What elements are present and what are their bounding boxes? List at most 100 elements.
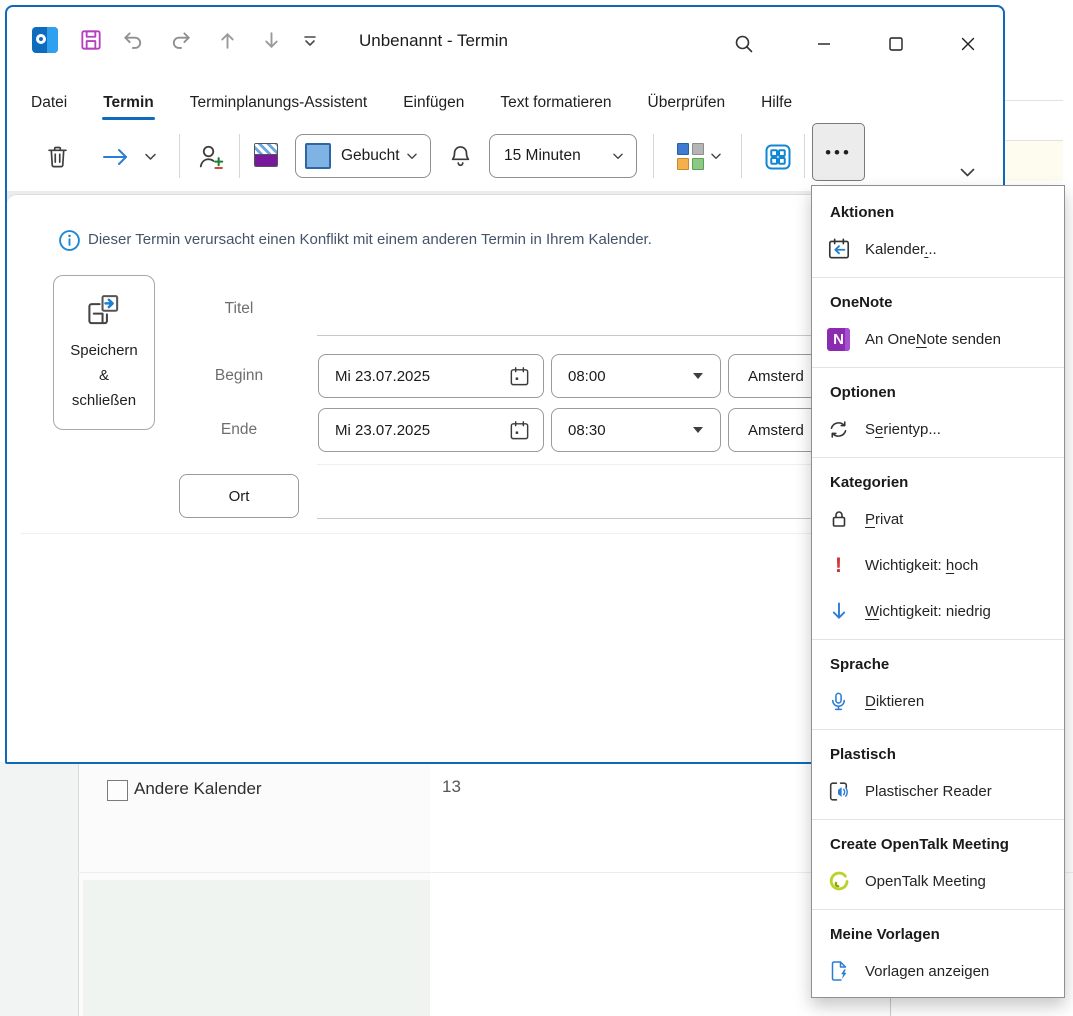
show-as-value: Gebucht [341, 147, 400, 165]
calendar-icon [508, 419, 531, 442]
info-icon [58, 229, 81, 252]
end-time-field[interactable]: 08:30 [551, 408, 721, 452]
menu-header-create-opentalk-meeting: Create OpenTalk Meeting [812, 830, 1064, 858]
begin-date-value: Mi 23.07.2025 [335, 368, 430, 385]
title-label: Titel [179, 300, 299, 318]
tab-termin[interactable]: Termin [102, 92, 155, 114]
calendar-day-number: 13 [442, 777, 461, 797]
save-and-close-button[interactable]: Speichern & schließen [53, 275, 155, 430]
tab-einfuegen[interactable]: Einfügen [402, 92, 465, 114]
begin-label: Beginn [179, 367, 299, 385]
menu-header-plastisch: Plastisch [812, 740, 1064, 768]
ribbon-separator [653, 134, 654, 178]
menu-header-kategorien: Kategorien [812, 468, 1064, 496]
menu-item-vorlagen-anzeigen[interactable]: Vorlagen anzeigen [812, 948, 1064, 994]
menu-item-opentalk-meeting[interactable]: OpenTalk Meeting [812, 858, 1064, 904]
categorize-icon[interactable] [677, 143, 704, 170]
busy-status-swatch [305, 143, 331, 169]
forward-dropdown-chevron-icon[interactable] [144, 152, 157, 162]
redo-icon[interactable] [168, 29, 194, 55]
background-grid-line [1003, 100, 1063, 101]
end-timezone-value: Amsterd [748, 422, 804, 439]
apps-grid-icon[interactable] [763, 142, 793, 172]
close-button[interactable] [953, 29, 983, 59]
other-calendars-checkbox[interactable] [107, 780, 128, 801]
menu-item-privat[interactable]: Privat [812, 496, 1064, 542]
undo-icon[interactable] [122, 29, 148, 55]
menu-item-diktieren[interactable]: Diktieren [812, 678, 1064, 724]
menu-item-plastischer-reader[interactable]: Plastischer Reader [812, 768, 1064, 814]
collapse-ribbon-chevron-icon[interactable] [959, 167, 976, 179]
save-icon[interactable] [78, 27, 104, 53]
save-close-line1: Speichern [70, 338, 138, 363]
menu-divider [812, 729, 1064, 730]
categorize-chevron-icon[interactable] [710, 152, 722, 161]
more-options-button[interactable] [812, 123, 865, 181]
search-icon[interactable] [729, 29, 759, 59]
begin-time-field[interactable]: 08:00 [551, 354, 721, 398]
delete-icon[interactable] [44, 143, 71, 170]
templates-icon [825, 958, 852, 985]
background-grid-line [890, 998, 891, 1016]
begin-timezone-value: Amsterd [748, 368, 804, 385]
reminder-dropdown[interactable]: 15 Minuten [489, 134, 637, 178]
chevron-down-icon [612, 152, 624, 161]
tab-terminplanungs-assistent[interactable]: Terminplanungs-Assistent [189, 92, 368, 114]
opentalk-icon [825, 868, 852, 895]
begin-date-field[interactable]: Mi 23.07.2025 [318, 354, 544, 398]
recurrence-icon [825, 416, 852, 443]
dropdown-triangle-icon [693, 427, 703, 433]
move-down-icon[interactable] [259, 28, 285, 54]
menu-item-wichtigkeit-hoch[interactable]: ! Wichtigkeit: hoch [812, 542, 1064, 588]
ribbon: Gebucht 15 Minuten [7, 120, 1003, 194]
begin-time-value: 08:00 [568, 368, 606, 385]
menu-header-sprache: Sprache [812, 650, 1064, 678]
tab-hilfe[interactable]: Hilfe [760, 92, 793, 114]
end-label: Ende [179, 421, 299, 439]
dropdown-triangle-icon [693, 373, 703, 379]
save-close-icon [85, 292, 123, 328]
immersive-reader-icon [825, 778, 852, 805]
show-as-busy-icon[interactable] [254, 143, 278, 167]
end-time-value: 08:30 [568, 422, 606, 439]
menu-item-wichtigkeit-niedrig[interactable]: Wichtigkeit: niedrig [812, 588, 1064, 634]
private-lock-icon [825, 506, 852, 533]
forward-icon[interactable] [100, 146, 132, 168]
window-title: Unbenannt - Termin [359, 31, 508, 51]
importance-low-icon [825, 598, 852, 625]
ribbon-tabs: Datei Termin Terminplanungs-Assistent Ei… [30, 87, 793, 119]
conflict-info-text: Dieser Termin verursacht einen Konflikt … [88, 231, 652, 248]
location-label: Ort [229, 488, 250, 505]
more-options-menu: Aktionen Kalender... OneNote N An OneNot… [811, 185, 1065, 998]
save-close-line2: & [70, 363, 138, 388]
dictate-mic-icon [825, 688, 852, 715]
menu-item-serientyp[interactable]: Serientyp... [812, 406, 1064, 452]
invite-attendees-icon[interactable] [196, 142, 227, 173]
background-left-pane [0, 762, 79, 1016]
chevron-down-icon [406, 152, 418, 161]
customize-toolbar-icon[interactable] [301, 34, 327, 60]
reminder-bell-icon[interactable] [447, 143, 474, 170]
menu-divider [812, 367, 1064, 368]
tab-text-formatieren[interactable]: Text formatieren [499, 92, 612, 114]
importance-high-icon: ! [825, 552, 852, 579]
ribbon-separator [179, 134, 180, 178]
location-button[interactable]: Ort [179, 474, 299, 518]
menu-header-optionen: Optionen [812, 378, 1064, 406]
menu-header-aktionen: Aktionen [812, 198, 1064, 226]
menu-divider [812, 819, 1064, 820]
calendar-icon [508, 365, 531, 388]
tab-ueberpruefen[interactable]: Überprüfen [647, 92, 727, 114]
maximize-button[interactable] [881, 29, 911, 59]
menu-item-kalender[interactable]: Kalender... [812, 226, 1064, 272]
ribbon-separator [741, 134, 742, 178]
show-as-dropdown[interactable]: Gebucht [295, 134, 431, 178]
other-calendars-label[interactable]: Andere Kalender [134, 779, 262, 799]
end-date-field[interactable]: Mi 23.07.2025 [318, 408, 544, 452]
minimize-button[interactable] [809, 29, 839, 59]
menu-header-meine-vorlagen: Meine Vorlagen [812, 920, 1064, 948]
menu-item-an-onenote-senden[interactable]: N An OneNote senden [812, 316, 1064, 362]
tab-datei[interactable]: Datei [30, 92, 68, 114]
move-up-icon[interactable] [215, 28, 241, 54]
ribbon-separator [239, 134, 240, 178]
